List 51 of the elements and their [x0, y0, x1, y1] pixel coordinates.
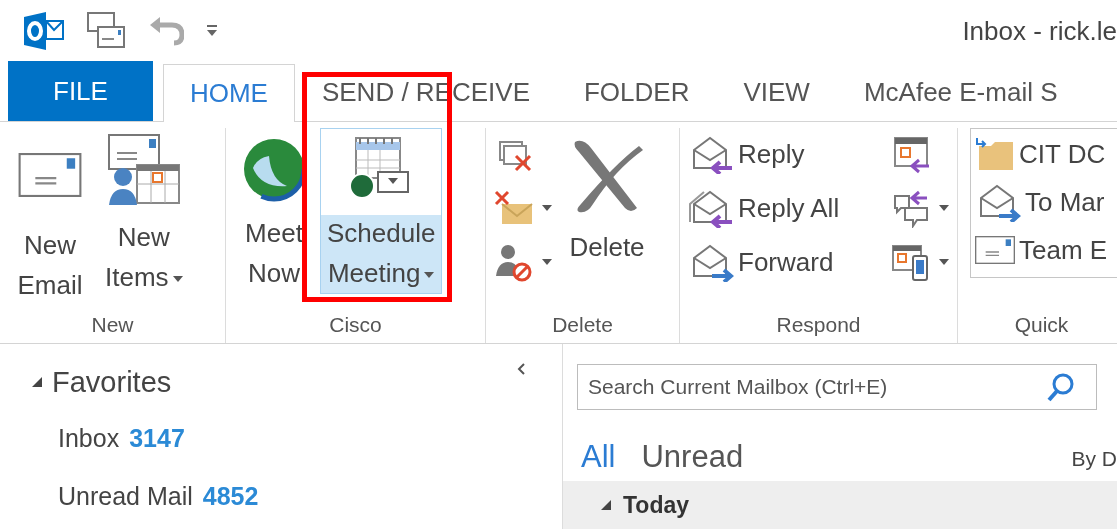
group-label: Cisco: [329, 313, 382, 337]
unread-count: 4852: [202, 481, 259, 511]
ribbon-button[interactable]: New Items: [98, 128, 190, 294]
caret-icon: [939, 205, 949, 211]
folder-name[interactable]: Inbox: [58, 423, 120, 453]
filter-tab[interactable]: Unread: [641, 439, 744, 476]
expand-triangle-icon[interactable]: [599, 498, 613, 513]
caret-icon: [542, 259, 552, 265]
caret-icon: [939, 259, 949, 265]
search-field[interactable]: Search Current Mailbox (Ctrl+E): [577, 364, 1097, 410]
search-icon[interactable]: [1047, 372, 1075, 402]
group-label: Respond: [776, 313, 861, 337]
ribbon-tab[interactable]: HOME: [162, 64, 295, 122]
caret-icon: [172, 276, 183, 283]
ribbon-button[interactable]: Meet Now: [234, 128, 314, 294]
calendar-reply-icon: [891, 134, 931, 174]
ribbon-small-button[interactable]: [891, 188, 949, 228]
respond-button[interactable]: Reply All: [688, 188, 885, 228]
folder-name[interactable]: Unread Mail: [58, 481, 193, 511]
caret-icon: [542, 205, 552, 211]
filter-tab[interactable]: All: [581, 439, 616, 476]
folder-icon: [975, 136, 1015, 172]
window-title: Inbox - rick.le: [962, 15, 1117, 47]
sort-menu[interactable]: By D: [1071, 447, 1117, 472]
calendar-phone-icon: [891, 242, 931, 282]
favorites-header[interactable]: Favorites: [52, 365, 172, 399]
quick-step[interactable]: To Mar: [975, 181, 1117, 223]
respond-button[interactable]: Forward: [688, 242, 885, 282]
respond-button[interactable]: Reply: [688, 134, 885, 174]
envelope-icon: [975, 236, 1015, 264]
ribbon-button[interactable]: Schedule Meeting: [320, 128, 443, 294]
send-receive-icon[interactable]: [86, 11, 126, 51]
unread-count: 3147: [129, 423, 185, 453]
ribbon-small-button[interactable]: [494, 242, 552, 282]
reply-all-icon: [688, 188, 734, 228]
outlook-logo-icon[interactable]: [24, 12, 64, 50]
chat-reply-icon: [891, 188, 931, 228]
quick-step[interactable]: Team E: [975, 229, 1117, 271]
ribbon-tab[interactable]: FILE: [8, 61, 153, 121]
ribbon-small-button[interactable]: [891, 242, 949, 282]
caret-icon: [424, 272, 435, 279]
date-group-header[interactable]: Today: [563, 481, 1117, 529]
ribbon-button[interactable]: New Email: [8, 128, 92, 294]
junk-icon: [494, 242, 534, 282]
customize-caret-icon[interactable]: [206, 24, 218, 38]
quick-step[interactable]: CIT DC: [975, 133, 1117, 175]
group-label: Quick: [1014, 313, 1069, 337]
group-label: New: [91, 313, 134, 337]
group-label: Delete: [552, 313, 613, 337]
ribbon-button[interactable]: Delete: [558, 128, 656, 294]
expand-triangle-icon[interactable]: [30, 375, 44, 389]
